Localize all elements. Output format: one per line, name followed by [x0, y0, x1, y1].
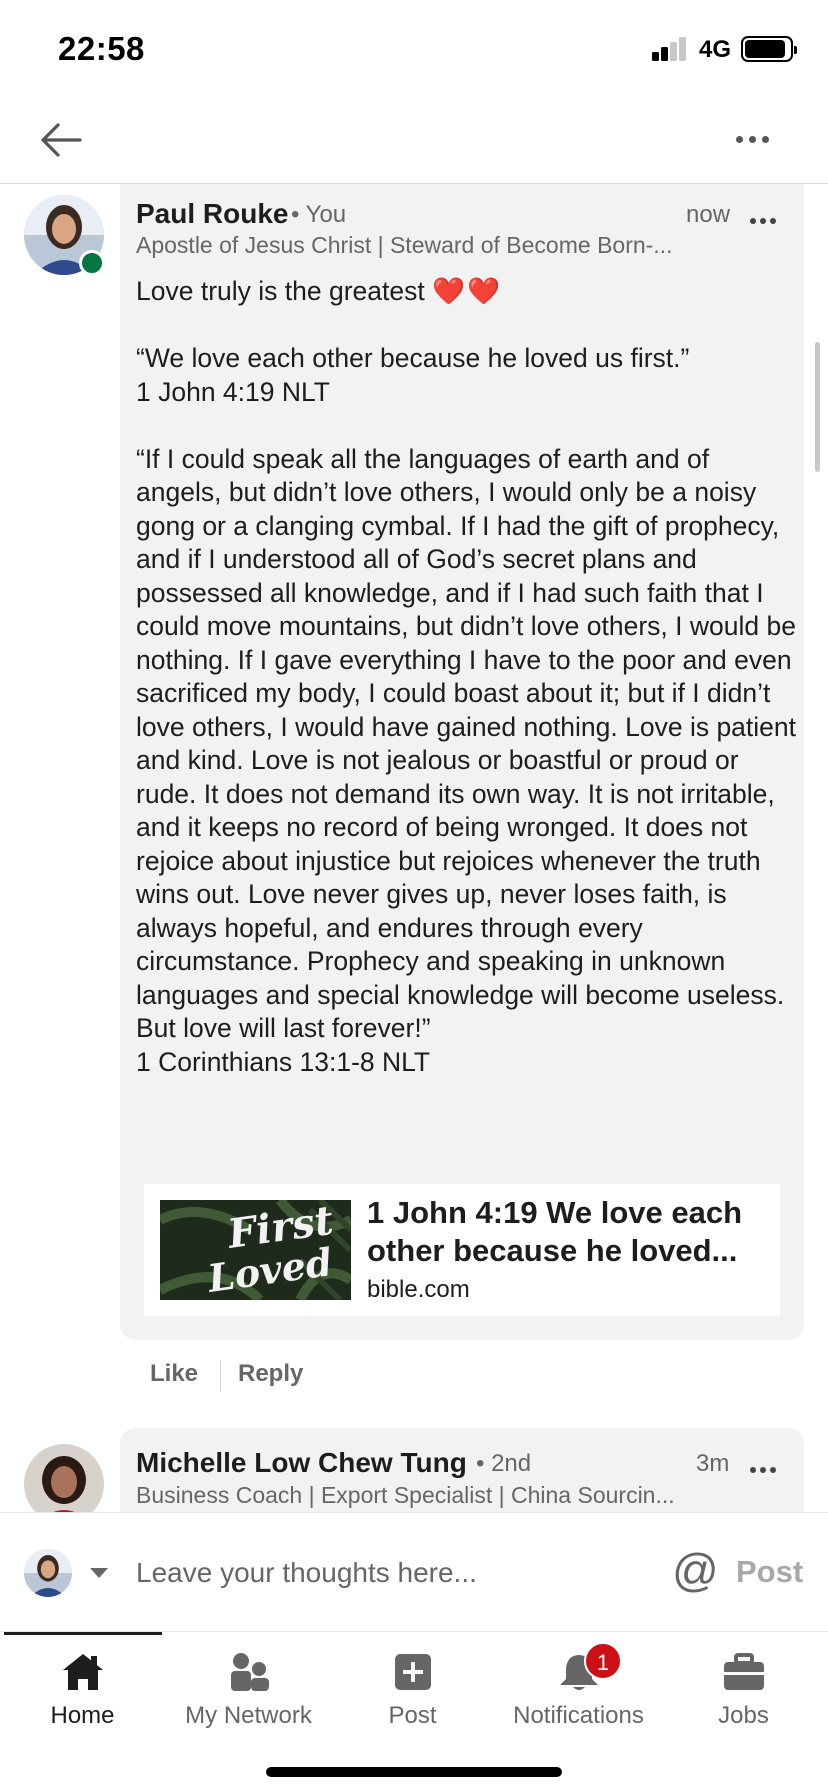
comment-time: 3m — [696, 1450, 730, 1477]
tab-label: Post — [388, 1702, 437, 1729]
status-time: 22:58 — [58, 30, 145, 67]
online-status-dot — [79, 250, 105, 276]
comment-author-name[interactable]: Michelle Low Chew Tung — [136, 1447, 467, 1479]
heart-emoji: ❤️❤️ — [432, 276, 503, 306]
like-button[interactable]: Like — [150, 1360, 198, 1388]
plus-square-icon — [394, 1654, 431, 1690]
more-options-button[interactable] — [736, 130, 792, 150]
comment-composer: @ Post — [0, 1512, 828, 1632]
more-horizontal-icon — [750, 1467, 756, 1473]
home-indicator[interactable] — [266, 1767, 562, 1777]
nav-header — [0, 100, 828, 184]
comment-options-button[interactable] — [750, 211, 790, 224]
home-icon — [62, 1654, 103, 1690]
tab-jobs[interactable]: Jobs — [661, 1642, 826, 1742]
scripture-reference: 1 Corinthians 13:1-8 NLT — [136, 1046, 431, 1077]
tab-label: Home — [50, 1702, 115, 1729]
bottom-tab-bar: Home My Network Post Notifications 1 Job… — [0, 1632, 828, 1792]
tab-label: Jobs — [718, 1702, 769, 1729]
comment-options-button[interactable] — [750, 1460, 790, 1473]
quote-text: “We love each other because he loved us … — [136, 343, 690, 373]
network-type: 4G — [699, 36, 732, 63]
connection-degree: • 2nd — [476, 1450, 532, 1477]
author-headline: Business Coach | Export Specialist | Chi… — [136, 1482, 675, 1508]
chevron-down-icon[interactable] — [90, 1568, 108, 1578]
status-bar: 22:58 4G — [0, 0, 828, 100]
back-button[interactable] — [38, 120, 88, 160]
scrollbar[interactable] — [815, 342, 820, 472]
more-horizontal-icon — [736, 136, 743, 143]
tab-my-network[interactable]: My Network — [166, 1642, 331, 1742]
tab-label: Notifications — [513, 1702, 644, 1729]
briefcase-icon — [723, 1653, 764, 1690]
link-preview-card[interactable]: First Loved 1 John 4:19 We love each oth… — [144, 1184, 780, 1316]
link-preview-title: 1 John 4:19 We love each other because h… — [367, 1195, 743, 1268]
comment-author-name[interactable]: Paul Rouke — [136, 198, 288, 230]
comment-text-line: Love truly is the greatest — [136, 276, 425, 306]
arrow-left-icon — [41, 123, 82, 157]
comment-time: now — [686, 201, 731, 228]
tab-label: My Network — [185, 1702, 312, 1729]
avatar[interactable] — [24, 1549, 72, 1597]
network-icon — [230, 1653, 269, 1691]
link-preview-domain: bible.com — [367, 1276, 470, 1303]
scripture-reference: 1 John 4:19 NLT — [136, 376, 330, 407]
mention-button[interactable]: @ — [672, 1545, 719, 1595]
active-tab-indicator — [4, 1632, 162, 1635]
link-preview-image: First Loved — [160, 1200, 351, 1300]
more-horizontal-icon — [750, 218, 756, 224]
action-divider — [220, 1360, 221, 1392]
tab-home[interactable]: Home — [0, 1642, 165, 1742]
comment-input[interactable] — [136, 1553, 656, 1593]
cellular-signal-icon — [652, 37, 688, 61]
reply-button[interactable]: Reply — [238, 1360, 303, 1388]
connection-degree: • You — [291, 201, 347, 228]
tab-notifications[interactable]: Notifications 1 — [496, 1642, 661, 1742]
comment-body: Love truly is the greatest ❤️❤️ “We love… — [136, 275, 796, 1079]
notification-badge: 1 — [584, 1642, 622, 1680]
post-comment-button[interactable]: Post — [736, 1554, 803, 1590]
author-headline: Apostle of Jesus Christ | Steward of Bec… — [136, 232, 673, 258]
tab-post[interactable]: Post — [330, 1642, 495, 1742]
quote-text: “If I could speak all the languages of e… — [136, 443, 797, 1044]
battery-icon — [741, 36, 797, 62]
